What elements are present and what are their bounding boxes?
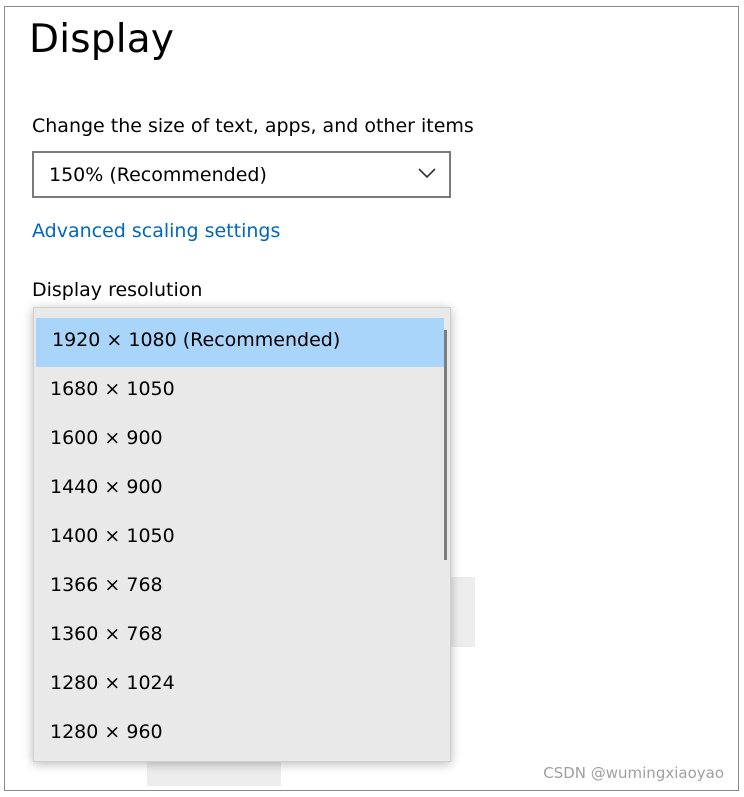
page-title: Display — [29, 17, 175, 62]
resolution-option[interactable]: 1360 × 768 — [34, 612, 444, 661]
background-control — [451, 577, 475, 647]
resolution-option[interactable]: 1280 × 960 — [34, 710, 444, 759]
resolution-option[interactable]: 1440 × 900 — [34, 465, 444, 514]
scale-dropdown[interactable]: 150% (Recommended) — [32, 151, 451, 198]
resolution-option[interactable]: 1366 × 768 — [34, 563, 444, 612]
scrollbar-thumb[interactable] — [444, 330, 447, 560]
settings-window: Display Change the size of text, apps, a… — [4, 6, 739, 791]
scale-dropdown-value: 150% (Recommended) — [49, 164, 267, 186]
resolution-option[interactable]: 1600 × 900 — [34, 416, 444, 465]
resolution-label: Display resolution — [32, 279, 203, 301]
advanced-scaling-link[interactable]: Advanced scaling settings — [32, 220, 280, 242]
watermark: CSDN @wumingxiaoyao — [543, 764, 724, 782]
chevron-down-icon — [418, 168, 436, 179]
resolution-dropdown-list[interactable]: 1920 × 1080 (Recommended) 1680 × 1050 16… — [33, 307, 451, 762]
resolution-option[interactable]: 1280 × 1024 — [34, 661, 444, 710]
resolution-option[interactable]: 1920 × 1080 (Recommended) — [36, 318, 444, 367]
background-control — [147, 762, 281, 786]
resolution-option[interactable]: 1680 × 1050 — [34, 367, 444, 416]
scale-label: Change the size of text, apps, and other… — [32, 115, 474, 137]
resolution-option[interactable]: 1400 × 1050 — [34, 514, 444, 563]
